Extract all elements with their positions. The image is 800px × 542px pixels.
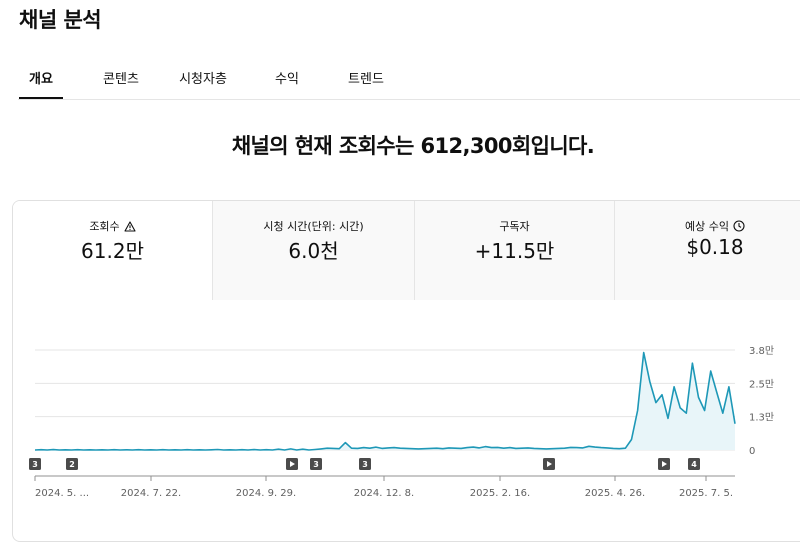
marker-label: 3 [362,460,368,469]
marker-label: 3 [313,460,319,469]
series-line [34,351,736,451]
x-tick-label: 2025. 4. 26. [585,488,645,499]
video-marker-icon[interactable] [543,458,555,470]
marker-label: 4 [691,460,697,469]
views-line-chart[interactable]: 3.8만 2.5만 1.3만 0 3 2 3 3 4 2024. 5. ... 2024. 7. 2… [0,0,800,531]
marker-label: 3 [32,460,38,469]
x-tick-label: 2024. 9. 29. [236,488,296,499]
event-marker[interactable]: 3 [29,458,41,470]
event-marker[interactable]: 3 [359,458,371,470]
marker-label: 2 [69,460,75,469]
x-tick-label: 2025. 2. 16. [470,488,530,499]
series-area [35,352,735,450]
video-marker-icon[interactable] [658,458,670,470]
event-marker[interactable]: 4 [688,458,700,470]
x-tick-label: 2024. 5. ... [35,488,89,499]
y-tick-label: 3.8만 [749,345,774,357]
y-tick-label: 1.3만 [749,412,774,424]
video-marker-icon[interactable] [286,458,298,470]
x-tick-label: 2024. 12. 8. [354,488,414,499]
x-tick-label: 2025. 7. 5. [679,488,733,499]
y-tick-label: 2.5만 [749,378,774,390]
event-marker[interactable]: 3 [310,458,322,470]
y-tick-label: 0 [749,446,755,457]
x-tick-label: 2024. 7. 22. [121,488,181,499]
event-marker[interactable]: 2 [66,458,78,470]
